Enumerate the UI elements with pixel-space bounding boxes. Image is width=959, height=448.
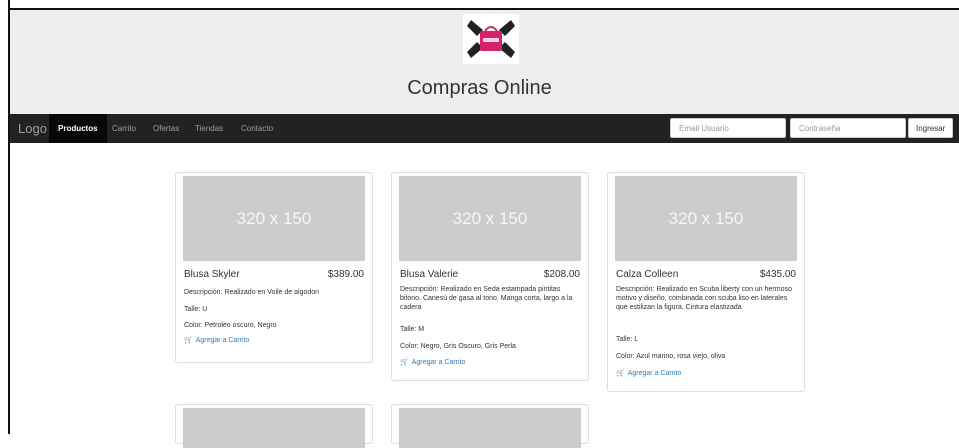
product-color: Color: Petroleo oscuro, Negro xyxy=(184,322,277,329)
site-title: Compras Online xyxy=(407,77,552,99)
product-name: Blusa Skyler xyxy=(184,269,240,280)
product-name: Blusa Valerie xyxy=(400,269,459,280)
product-image-placeholder: 320 x 150 xyxy=(399,176,581,261)
login-button[interactable]: Ingresar xyxy=(908,118,954,138)
add-to-cart-label: Agregar a Carrito xyxy=(195,337,250,344)
product-image-placeholder: 320 x 150 xyxy=(615,176,797,261)
add-to-cart-link[interactable]: 🛒 Agregar a Carrito xyxy=(184,336,249,344)
product-size: Talle: U xyxy=(184,306,208,313)
cart-icon: 🛒 xyxy=(400,359,409,366)
cart-icon: 🛒 xyxy=(616,370,625,377)
product-price: $208.00 xyxy=(543,269,580,280)
nav-item-tiendas[interactable]: Tiendas xyxy=(195,124,223,133)
nav-item-productos[interactable]: Productos xyxy=(49,114,107,143)
product-description: Descripción: Realizado en Seda estampada… xyxy=(400,286,573,311)
nav-item-carrito[interactable]: Carrito xyxy=(112,124,136,133)
product-color: Color: Azul marino, rosa viejo, oliva xyxy=(616,353,726,360)
email-field[interactable]: Email Usuario xyxy=(670,118,786,138)
cart-icon: 🛒 xyxy=(184,337,193,344)
product-card: 320 x 150 Blusa Skyler $389.00 Descripci… xyxy=(175,172,373,363)
shopping-bag-logo-icon xyxy=(463,14,519,64)
product-card: 320 x 150 Calza Colleen $435.00 Descripc… xyxy=(607,172,805,392)
product-card: 320 x 150 Blusa Valerie $208.00 Descripc… xyxy=(391,172,589,381)
product-price: $435.00 xyxy=(759,269,796,280)
navbar: Logo Productos Carrito Ofertas Tiendas C… xyxy=(10,114,959,143)
product-description: Descripción: Realizado en Scuba liberty … xyxy=(616,286,792,311)
product-size: Talle: M xyxy=(400,326,425,333)
product-image-placeholder: 320 x 150 xyxy=(183,176,365,261)
password-field[interactable]: Contraseña xyxy=(790,118,906,138)
add-to-cart-label: Agregar a Carrito xyxy=(411,359,466,366)
product-price: $389.00 xyxy=(327,269,364,280)
add-to-cart-label: Agregar a Carrito xyxy=(627,370,682,377)
product-image-placeholder xyxy=(399,408,581,448)
product-description: Descripción: Realizado en Voile de algod… xyxy=(184,289,320,296)
add-to-cart-link[interactable]: 🛒 Agregar a Carrito xyxy=(616,369,681,377)
product-image-placeholder xyxy=(183,408,365,448)
product-color: Color: Negro, Gris Oscuro, Gris Perla xyxy=(400,343,516,350)
add-to-cart-link[interactable]: 🛒 Agregar a Carrito xyxy=(400,358,465,366)
product-size: Talle: L xyxy=(616,336,639,343)
product-card xyxy=(391,404,589,448)
nav-item-contacto[interactable]: Contacto xyxy=(241,124,273,133)
nav-item-ofertas[interactable]: Ofertas xyxy=(153,124,179,133)
product-card xyxy=(175,404,373,448)
product-name: Calza Colleen xyxy=(616,269,679,280)
nav-brand-logo[interactable]: Logo xyxy=(18,121,47,136)
